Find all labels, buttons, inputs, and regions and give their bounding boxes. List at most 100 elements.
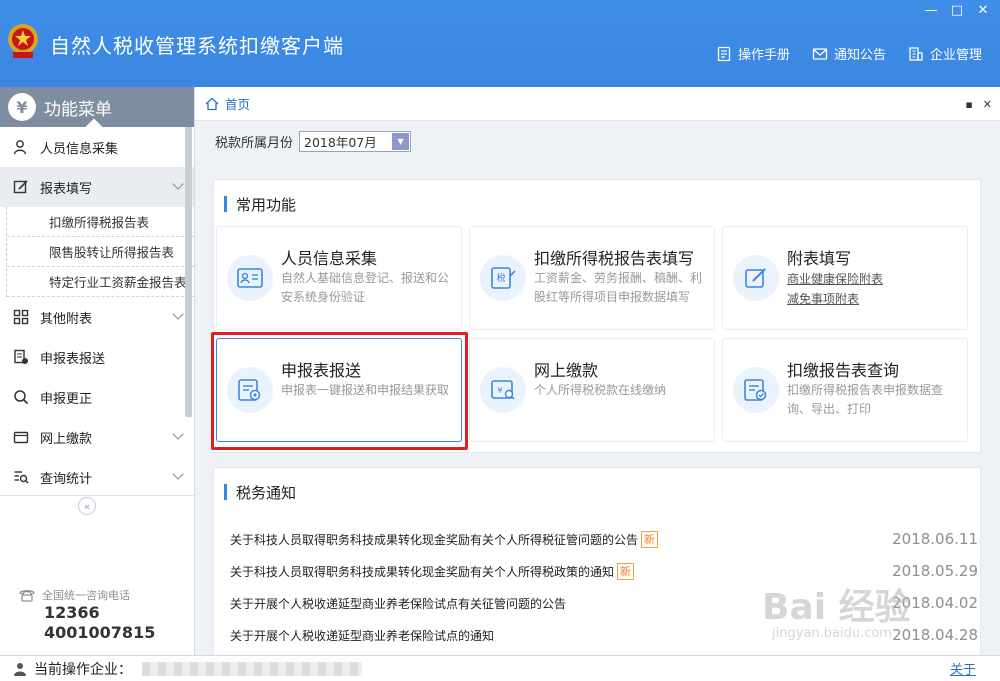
status-bar: 当前操作企业： 关于	[0, 655, 1000, 681]
submenu-item-industry-salary-report[interactable]: 特定行业工资薪金报告表	[7, 267, 194, 297]
tax-month-label: 税款所属月份	[215, 136, 294, 151]
sidebar-item-label: 报表填写	[40, 181, 93, 197]
notice-item[interactable]: 关于科技人员取得职务科技成果转化现金奖励有关个人所得税征管问题的公告 新 201…	[230, 523, 978, 555]
hotline-number: 12366	[44, 603, 100, 622]
tax-month-value: 2018年07月	[304, 135, 377, 150]
card-links: 商业健康保险附表 减免事项附表	[787, 269, 963, 309]
notice-date: 2018.06.11	[892, 530, 978, 548]
manual-link[interactable]: 操作手册	[716, 44, 790, 63]
health-insurance-schedule-link[interactable]: 商业健康保险附表	[787, 269, 963, 289]
sidebar-item-person-info[interactable]: 人员信息采集	[0, 127, 194, 167]
card-withholding-report[interactable]: 税 扣缴所得税报告表填写 工资薪金、劳务报酬、稿酬、利股红等所得项目申报数据填写	[469, 226, 715, 330]
card-report-query[interactable]: 扣缴报告表查询 扣缴所得税报告表申报数据查询、导出、打印	[722, 338, 968, 442]
person-icon	[12, 138, 30, 156]
tax-month-select[interactable]: 2018年07月 ▼	[299, 131, 412, 152]
sidebar-scrollbar[interactable]	[185, 127, 192, 417]
grid-icon	[12, 308, 30, 326]
sidebar-item-query-stats[interactable]: 查询统计	[0, 457, 194, 497]
notice-link[interactable]: 通知公告	[812, 44, 886, 63]
close-button[interactable]: ✕	[972, 2, 994, 18]
card-title: 网上缴款	[534, 361, 599, 380]
home-icon[interactable]	[205, 97, 219, 111]
sidebar-item-label: 人员信息采集	[40, 141, 119, 157]
hotline-label-row: 全国统一咨询电话	[18, 587, 155, 603]
chevron-down-icon	[172, 178, 184, 190]
notice-link-label: 通知公告	[833, 48, 886, 63]
national-emblem-icon	[8, 24, 38, 58]
pencil-icon	[733, 255, 779, 301]
online-pay-icon: ¥	[480, 367, 526, 413]
sidebar: ¥ 功能菜单 人员信息采集 报表填写 扣缴所得税报告表 限售股转让所得报告表 特…	[0, 87, 195, 655]
tax-notices-title: 税务通知	[224, 482, 296, 503]
sidebar-item-submit-report[interactable]: 申报表报送	[0, 337, 194, 377]
sidebar-header: ¥ 功能菜单	[0, 87, 194, 136]
close-panel-icon[interactable]: ✕	[983, 98, 992, 111]
main-content: 首页 ▪ ✕ 税款所属月份 2018年07月 ▼ 常用功能 人员信息采集 自然人…	[195, 87, 1000, 657]
svg-text:税: 税	[496, 272, 505, 284]
new-badge: 新	[617, 562, 635, 580]
report-submenu: 扣缴所得税报告表 限售股转让所得报告表 特定行业工资薪金报告表	[6, 207, 194, 297]
company-name-redacted	[142, 661, 362, 676]
manual-link-label: 操作手册	[737, 48, 790, 63]
sidebar-header-label: 功能菜单	[44, 99, 112, 120]
notice-text[interactable]: 关于科技人员取得职务科技成果转化现金奖励有关个人所得税征管问题的公告	[230, 531, 638, 548]
restore-panel-icon[interactable]: ▪	[965, 98, 972, 111]
sidebar-item-report-fill[interactable]: 报表填写	[0, 167, 194, 207]
maximize-button[interactable]: □	[946, 2, 968, 18]
sidebar-item-other-schedules[interactable]: 其他附表	[0, 297, 194, 337]
phone-icon	[19, 590, 35, 602]
panel-controls: ▪ ✕	[965, 98, 992, 111]
submenu-item-withholding-report[interactable]: 扣缴所得税报告表	[7, 207, 194, 237]
app-title: 自然人税收管理系统扣缴客户端	[50, 34, 344, 58]
minimize-button[interactable]: —	[920, 2, 942, 18]
sidebar-divider	[0, 495, 194, 496]
breadcrumb: 首页 ▪ ✕	[195, 87, 1000, 121]
svg-text:¥: ¥	[497, 386, 502, 395]
tax-form-icon: 税	[480, 255, 526, 301]
card-title: 申报表报送	[281, 361, 362, 380]
about-link[interactable]: 关于	[950, 659, 976, 678]
card-submit-report[interactable]: 申报表报送 申报表一键报送和申报结果获取	[216, 338, 462, 442]
collapse-sidebar-button[interactable]: «	[78, 497, 96, 515]
card-desc: 申报表一键报送和申报结果获取	[281, 383, 450, 397]
chevron-down-icon	[172, 428, 184, 440]
card-online-payment[interactable]: ¥ 网上缴款 个人所得税税款在线缴纳	[469, 338, 715, 442]
wallet-icon	[12, 428, 30, 446]
company-link[interactable]: 企业管理	[908, 44, 982, 63]
notice-text[interactable]: 关于开展个人税收递延型商业养老保险试点有关征管问题的公告	[230, 595, 566, 612]
company-link-label: 企业管理	[929, 48, 982, 63]
sidebar-item-label: 申报更正	[40, 391, 93, 407]
card-title: 附表填写	[787, 249, 852, 268]
card-person-info[interactable]: 人员信息采集 自然人基础信息登记、报送和公安系统身份验证	[216, 226, 462, 330]
baidu-watermark: Bai 经验 jingyan.baidu.com	[762, 578, 992, 658]
chevron-down-icon	[172, 468, 184, 480]
sidebar-item-label: 申报表报送	[40, 351, 106, 367]
breadcrumb-home[interactable]: 首页	[225, 94, 250, 113]
card-title: 扣缴所得税报告表填写	[534, 249, 695, 268]
hotline-info: 全国统一咨询电话 12366 4001007815	[18, 587, 155, 643]
user-icon	[14, 662, 26, 676]
title-bar: 自然人税收管理系统扣缴客户端 — □ ✕ 操作手册 通知公告 企业管理	[0, 0, 1000, 87]
dropdown-arrow-icon[interactable]: ▼	[392, 133, 410, 150]
card-title: 人员信息采集	[281, 249, 378, 268]
sidebar-menu: 人员信息采集 报表填写 扣缴所得税报告表 限售股转让所得报告表 特定行业工资薪金…	[0, 127, 194, 497]
query-icon	[12, 468, 30, 486]
sidebar-item-correction[interactable]: 申报更正	[0, 377, 194, 417]
card-desc: 工资薪金、劳务报酬、稿酬、利股红等所得项目申报数据填写	[534, 271, 703, 304]
card-desc: 个人所得税税款在线缴纳	[534, 383, 667, 397]
sidebar-item-label: 网上缴款	[40, 431, 93, 447]
submit-form-icon	[227, 367, 273, 413]
submenu-item-restricted-stock-report[interactable]: 限售股转让所得报告表	[7, 237, 194, 267]
id-card-icon	[227, 255, 273, 301]
card-desc: 自然人基础信息登记、报送和公安系统身份验证	[281, 271, 450, 304]
hotline-number: 4001007815	[44, 623, 156, 642]
notice-text[interactable]: 关于科技人员取得职务科技成果转化现金奖励有关个人所得税政策的通知	[230, 563, 614, 580]
card-title: 扣缴报告表查询	[787, 361, 900, 380]
exemption-schedule-link[interactable]: 减免事项附表	[787, 289, 963, 309]
sidebar-item-online-payment[interactable]: 网上缴款	[0, 417, 194, 457]
notice-text[interactable]: 关于开展个人税收递延型商业养老保险试点的通知	[230, 627, 494, 644]
sidebar-item-label: 查询统计	[40, 471, 93, 487]
common-functions-title: 常用功能	[224, 194, 296, 215]
card-schedule-fill[interactable]: 附表填写 商业健康保险附表 减免事项附表	[722, 226, 968, 330]
tax-month-row: 税款所属月份 2018年07月 ▼	[215, 131, 412, 152]
